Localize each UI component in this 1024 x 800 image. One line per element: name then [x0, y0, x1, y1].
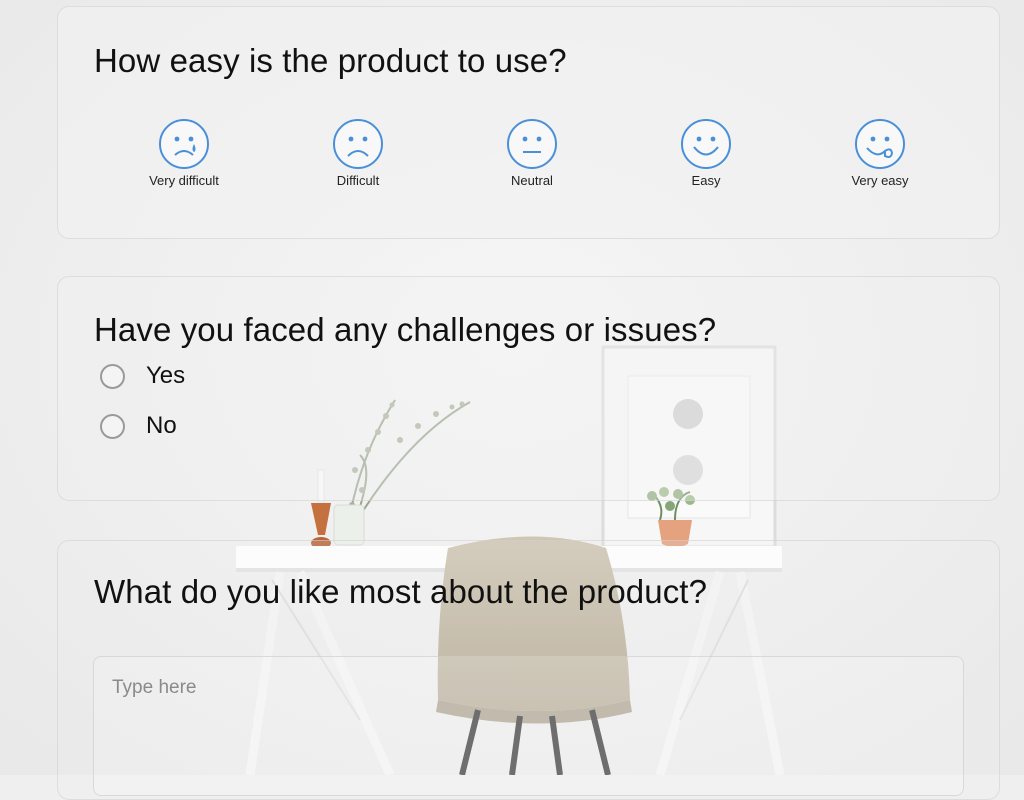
smile-face-icon	[681, 119, 731, 169]
rating-label: Difficult	[336, 173, 380, 188]
rating-option-very-difficult[interactable]: Very difficult	[129, 118, 239, 188]
question-title: Have you faced any challenges or issues?	[94, 311, 717, 348]
rating-label: Very difficult	[149, 173, 219, 188]
radio-label: No	[146, 412, 177, 439]
question-card-ease-of-use: How easy is the product to use? Very dif…	[57, 6, 1000, 239]
rating-label: Easy	[691, 173, 721, 188]
radio-option-yes[interactable]: Yes	[100, 361, 185, 391]
radio-button[interactable]	[100, 413, 125, 439]
rating-label: Neutral	[511, 173, 553, 188]
rating-option-easy[interactable]: Easy	[651, 118, 761, 188]
rating-option-very-easy[interactable]: Very easy	[825, 118, 935, 188]
question-title: How easy is the product to use?	[94, 42, 567, 79]
answer-textarea[interactable]	[93, 656, 964, 796]
neutral-face-icon	[507, 119, 557, 169]
very-difficult-face-icon	[159, 119, 209, 169]
ease-rating-scale: Very difficult Difficult Neutral Easy Ve…	[129, 118, 999, 198]
rating-option-difficult[interactable]: Difficult	[303, 118, 413, 188]
radio-label: Yes	[146, 362, 186, 389]
rating-label: Very easy	[851, 173, 909, 188]
tongue-face-icon	[855, 119, 905, 169]
radio-button[interactable]	[100, 363, 125, 389]
question-card-challenges: Have you faced any challenges or issues?	[57, 276, 1000, 501]
sad-face-icon	[333, 119, 383, 169]
radio-option-no[interactable]: No	[100, 411, 177, 441]
rating-option-neutral[interactable]: Neutral	[477, 118, 587, 188]
question-title: What do you like most about the product?	[94, 573, 708, 610]
